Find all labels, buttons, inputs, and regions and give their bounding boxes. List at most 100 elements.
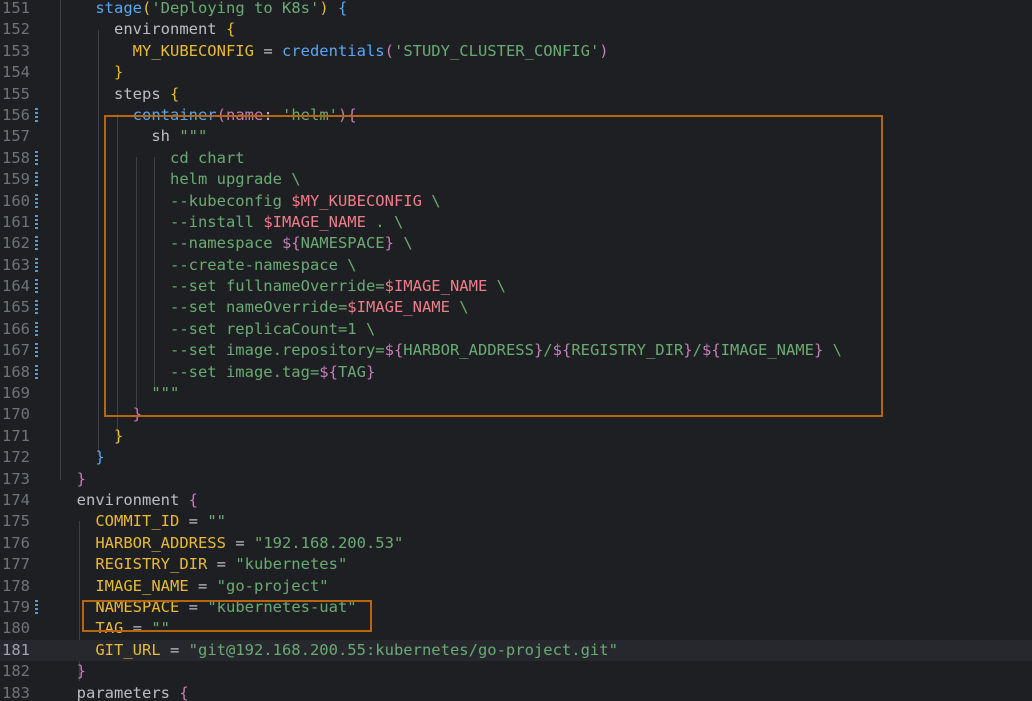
vcs-change-marker[interactable] xyxy=(35,236,38,253)
code-token: = xyxy=(160,640,189,659)
line-number: 172 xyxy=(2,448,30,467)
line-number: 156 xyxy=(2,105,30,124)
code-token: } xyxy=(76,662,87,681)
code-line-183[interactable]: 183 parameters { xyxy=(0,683,1032,701)
line-number: 151 xyxy=(2,0,30,17)
line-number: 180 xyxy=(2,619,30,638)
line-number: 171 xyxy=(2,426,30,445)
line-number: 182 xyxy=(2,662,30,681)
line-number: 154 xyxy=(2,63,30,82)
code-line-172[interactable]: 172 } xyxy=(0,447,1032,468)
code-text: stage('Deploying to K8s') { xyxy=(58,0,347,19)
code-token: ) xyxy=(319,0,329,17)
line-number: 176 xyxy=(2,533,30,552)
code-token: { xyxy=(338,0,348,17)
code-token: "git@192.168.200.55:kubernetes/go-projec… xyxy=(188,640,618,659)
code-token: parameters xyxy=(58,683,180,701)
line-number: 152 xyxy=(2,20,30,39)
code-token: IMAGE_NAME xyxy=(95,576,189,595)
code-text: steps { xyxy=(58,84,179,105)
code-token: { xyxy=(225,20,236,39)
code-line-173[interactable]: 173 } xyxy=(0,469,1032,490)
line-number: 169 xyxy=(2,384,30,403)
line-number: 159 xyxy=(2,170,30,189)
code-line-151[interactable]: 151 stage('Deploying to K8s') { xyxy=(0,0,1032,19)
line-number: 178 xyxy=(2,576,30,595)
code-line-181[interactable]: 181 GIT_URL = "git@192.168.200.55:kubern… xyxy=(0,639,1032,662)
vcs-change-marker[interactable] xyxy=(35,214,38,231)
code-token: REGISTRY_DIR xyxy=(95,555,208,574)
vcs-change-marker[interactable] xyxy=(35,257,38,274)
code-line-152[interactable]: 152 environment { xyxy=(0,19,1032,40)
code-text: } xyxy=(58,661,86,682)
vcs-change-marker[interactable] xyxy=(35,321,38,338)
vcs-change-marker[interactable] xyxy=(35,172,38,189)
highlight-box-helm-container xyxy=(104,115,883,417)
line-number: 166 xyxy=(2,319,30,338)
code-line-182[interactable]: 182 } xyxy=(0,661,1032,682)
code-text: } xyxy=(58,469,86,490)
code-token: 'Deploying to K8s' xyxy=(151,0,320,17)
code-token: COMMIT_ID xyxy=(95,512,180,531)
code-text: MY_KUBECONFIG = credentials('STUDY_CLUST… xyxy=(58,41,609,62)
code-line-153[interactable]: 153 MY_KUBECONFIG = credentials('STUDY_C… xyxy=(0,41,1032,62)
line-number: 179 xyxy=(2,597,30,616)
code-token: "192.168.200.53" xyxy=(253,533,404,552)
vcs-change-marker[interactable] xyxy=(35,193,38,210)
code-text: GIT_URL = "git@192.168.200.55:kubernetes… xyxy=(58,640,618,661)
code-line-178[interactable]: 178 IMAGE_NAME = "go-project" xyxy=(0,576,1032,597)
code-token: environment xyxy=(58,490,189,509)
code-text: environment { xyxy=(58,490,198,511)
code-line-177[interactable]: 177 REGISTRY_DIR = "kubernetes" xyxy=(0,554,1032,575)
code-line-176[interactable]: 176 HARBOR_ADDRESS = "192.168.200.53" xyxy=(0,533,1032,554)
vcs-change-marker[interactable] xyxy=(35,300,38,317)
line-number: 174 xyxy=(2,490,30,509)
code-token: stage xyxy=(95,0,142,17)
line-number: 163 xyxy=(2,255,30,274)
code-token: = xyxy=(188,576,217,595)
code-token: "" xyxy=(207,512,226,531)
code-line-155[interactable]: 155 steps { xyxy=(0,84,1032,105)
code-line-174[interactable]: 174 environment { xyxy=(0,490,1032,511)
code-token: { xyxy=(179,683,189,701)
line-number: 168 xyxy=(2,362,30,381)
line-number: 162 xyxy=(2,234,30,253)
code-editor[interactable]: 151 stage('Deploying to K8s') {152 envir… xyxy=(0,0,1032,701)
code-token: } xyxy=(114,426,124,445)
vcs-change-marker[interactable] xyxy=(35,279,38,296)
code-token: ( xyxy=(142,0,152,17)
vcs-change-marker[interactable] xyxy=(35,599,38,616)
code-line-154[interactable]: 154 } xyxy=(0,62,1032,83)
code-token: steps xyxy=(58,84,170,103)
line-number: 160 xyxy=(2,191,30,210)
vcs-change-marker[interactable] xyxy=(35,107,38,124)
line-number: 165 xyxy=(2,298,30,317)
line-number: 173 xyxy=(2,469,30,488)
vcs-change-marker[interactable] xyxy=(35,150,38,167)
code-text: } xyxy=(58,447,104,468)
code-token: HARBOR_ADDRESS xyxy=(95,533,226,552)
line-number: 153 xyxy=(2,41,30,60)
line-number: 158 xyxy=(2,148,30,167)
code-text: REGISTRY_DIR = "kubernetes" xyxy=(58,554,347,575)
code-token: GIT_URL xyxy=(95,640,161,659)
line-number: 170 xyxy=(2,405,30,424)
code-text: IMAGE_NAME = "go-project" xyxy=(58,576,328,597)
code-token: 'STUDY_CLUSTER_CONFIG' xyxy=(393,41,600,60)
code-token: MY_KUBECONFIG xyxy=(132,41,254,60)
code-line-171[interactable]: 171 } xyxy=(0,426,1032,447)
code-line-175[interactable]: 175 COMMIT_ID = "" xyxy=(0,511,1032,532)
vcs-change-marker[interactable] xyxy=(35,343,38,360)
code-token: { xyxy=(188,490,198,509)
code-token: ( xyxy=(384,41,394,60)
vcs-change-marker[interactable] xyxy=(35,364,38,381)
code-token: environment xyxy=(58,20,226,39)
